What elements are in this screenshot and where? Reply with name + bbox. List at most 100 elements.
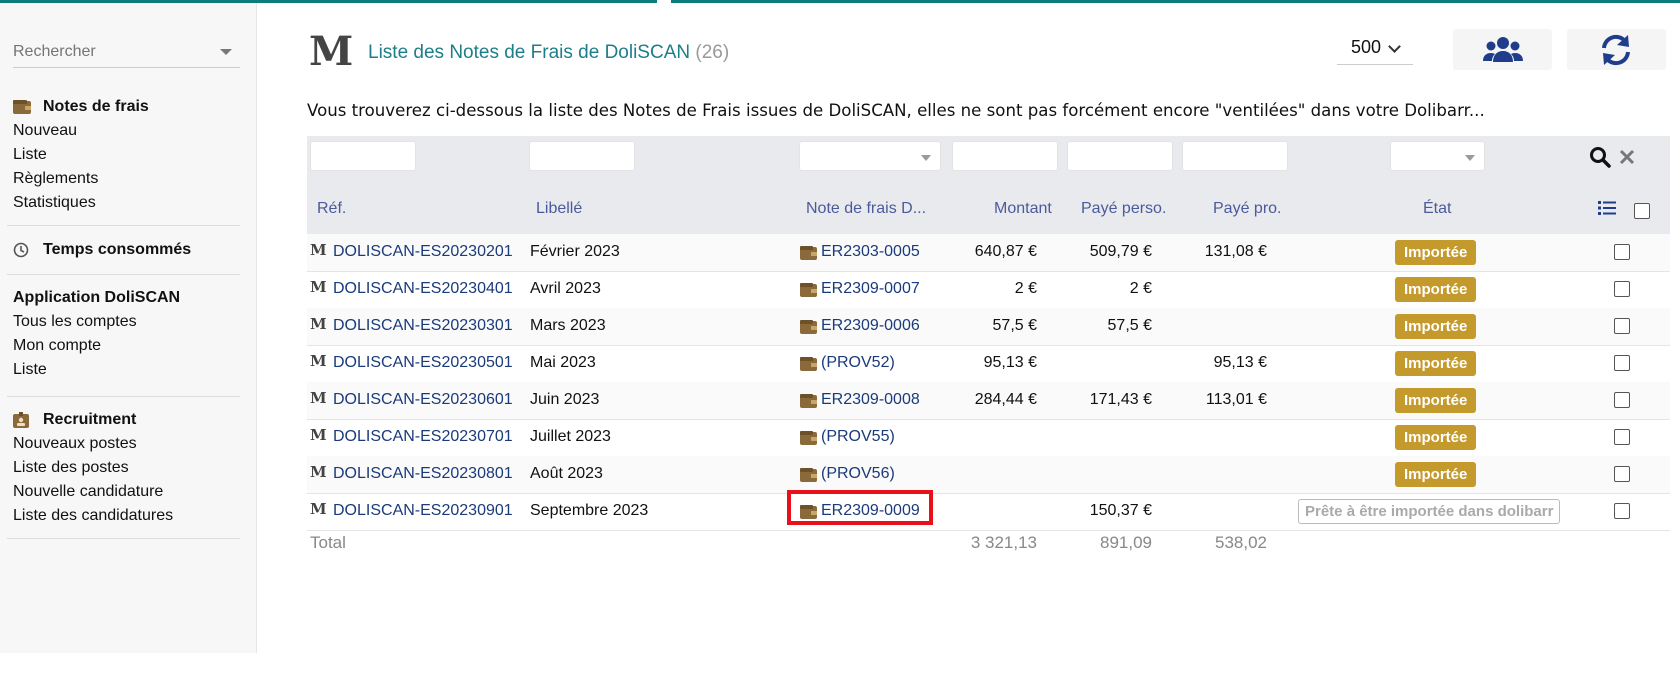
row-montant: 95,13 € [983,354,1037,371]
col-etat[interactable]: État [1423,200,1451,218]
col-montant[interactable]: Montant [994,200,1052,218]
col-ref[interactable]: Réf. [317,200,346,218]
filter-etat-select[interactable] [1390,141,1485,171]
row-checkbox[interactable] [1614,503,1630,519]
menu-item-statistiques[interactable]: Statistiques [0,191,256,215]
menu-item-liste[interactable]: Liste [0,358,256,382]
menu-item-liste-des-postes[interactable]: Liste des postes [0,456,256,480]
wallet-icon [800,467,817,486]
row-ref-link[interactable]: DOLISCAN-ES20230501 [333,354,513,372]
row-note-link[interactable]: ER2309-0007 [821,280,920,298]
filter-note-select[interactable] [799,141,941,171]
row-paye-pro: 113,01 € [1205,391,1267,408]
menu-head-temps-consommes[interactable]: Temps consommés [0,238,256,262]
total-label: Total [310,533,346,552]
row-ref-link[interactable]: DOLISCAN-ES20230701 [333,428,513,446]
doliscan-m-icon: M [310,352,327,370]
row-ref-link[interactable]: DOLISCAN-ES20230901 [333,502,513,520]
menu-item-liste[interactable]: Liste [0,143,256,167]
filter-paye-perso[interactable] [1067,141,1173,171]
per-page-value: 500 [1351,37,1382,57]
row-checkbox[interactable] [1614,281,1630,297]
col-note[interactable]: Note de frais D... [806,200,926,218]
col-paye-pro[interactable]: Payé pro. [1213,200,1281,218]
row-checkbox[interactable] [1614,466,1630,482]
row-montant: 284,44 € [974,391,1037,408]
row-checkbox[interactable] [1614,244,1630,260]
row-note-link[interactable]: (PROV55) [821,428,895,446]
row-checkbox[interactable] [1614,429,1630,445]
row-checkbox[interactable] [1614,318,1630,334]
menu-head-notes-de-frais[interactable]: Notes de frais [0,95,256,119]
filter-montant[interactable] [952,141,1058,171]
sidebar: Notes de frais Nouveau Liste Règlements … [0,3,257,653]
users-button[interactable] [1453,29,1552,70]
menu-item-nouvelle-candidature[interactable]: Nouvelle candidature [0,480,256,504]
status-badge: Importée [1395,314,1477,339]
list-icon[interactable] [1598,200,1616,216]
table-row: M DOLISCAN-ES20230301 Mars 2023 ER2309-0006… [307,308,1670,346]
wallet-icon [800,393,817,412]
menu-item-tous-les-comptes[interactable]: Tous les comptes [0,310,256,334]
row-note-link[interactable]: ER2303-0005 [821,243,920,261]
search-input[interactable] [13,41,213,63]
status-badge: Importée [1395,277,1477,302]
menu-item-mon-compte[interactable]: Mon compte [0,334,256,358]
row-note-link[interactable]: (PROV56) [821,465,895,483]
search-select[interactable] [13,41,240,68]
intro-text: Vous trouverez ci-dessous la liste des N… [307,101,1485,120]
refresh-button[interactable] [1567,29,1666,70]
id-badge-icon [13,412,29,428]
row-checkbox[interactable] [1614,392,1630,408]
row-paye-pro: 131,08 € [1204,243,1267,260]
col-libelle[interactable]: Libellé [536,200,582,218]
row-note-link[interactable]: ER2309-0008 [821,391,920,409]
menu-item-liste-des-candidatures[interactable]: Liste des candidatures [0,504,256,528]
status-badge-pending: Prête à être importée dans dolibarr [1298,499,1561,524]
col-paye-perso[interactable]: Payé perso. [1081,200,1166,218]
menu-item-reglements[interactable]: Règlements [0,167,256,191]
menu-temps: Temps consommés [0,238,256,262]
filter-paye-pro[interactable] [1182,141,1288,171]
row-ref-link[interactable]: DOLISCAN-ES20230201 [333,243,513,261]
row-checkbox[interactable] [1614,355,1630,371]
row-paye-perso: 2 € [1129,280,1152,297]
row-ref-link[interactable]: DOLISCAN-ES20230401 [333,280,513,298]
select-all-checkbox[interactable] [1634,203,1650,219]
row-ref-link[interactable]: DOLISCAN-ES20230801 [333,465,513,483]
row-note-link[interactable]: ER2309-0006 [821,317,920,335]
per-page-select[interactable]: 500 [1337,34,1413,65]
row-ref-link[interactable]: DOLISCAN-ES20230301 [333,317,513,335]
menu-head-label: Recruitment [43,411,137,428]
wallet-icon [13,100,31,114]
menu-notes-de-frais: Notes de frais Nouveau Liste Règlements … [0,95,256,215]
wallet-icon [800,282,817,301]
menu-head-recruitment[interactable]: Recruitment [0,408,256,432]
row-ref-link[interactable]: DOLISCAN-ES20230601 [333,391,513,409]
wallet-icon [800,245,817,264]
menu-head-label: Temps consommés [43,241,192,258]
menu-head-label: Notes de frais [43,98,149,115]
menu-item-nouveau[interactable]: Nouveau [0,119,256,143]
doliscan-m-icon: M [310,463,327,481]
menu-doliscan: Application DoliSCAN Tous les comptes Mo… [0,286,256,382]
filter-libelle[interactable] [529,141,635,171]
menu-head-application-doliscan[interactable]: Application DoliSCAN [0,286,256,310]
table-row: M DOLISCAN-ES20230701 Juillet 2023 (PROV55)… [307,419,1670,457]
chevron-down-icon [1465,155,1475,161]
chevron-down-icon [921,155,931,161]
filter-ref[interactable] [310,141,416,171]
doliscan-m-icon: M [310,500,327,518]
row-note-link[interactable]: (PROV52) [821,354,895,372]
status-badge: Importée [1395,388,1477,413]
divider [7,274,240,275]
row-paye-perso: 171,43 € [1089,391,1152,408]
menu-item-nouveaux-postes[interactable]: Nouveaux postes [0,432,256,456]
close-icon[interactable] [1619,149,1635,165]
row-paye-perso: 150,37 € [1089,502,1152,519]
search-icon[interactable] [1589,146,1611,168]
record-count: (26) [695,42,730,63]
chevron-down-icon[interactable] [220,49,232,55]
table-row: M DOLISCAN-ES20230901 Septembre 2023 ER2309… [307,490,1670,531]
chevron-down-icon [1388,40,1401,53]
